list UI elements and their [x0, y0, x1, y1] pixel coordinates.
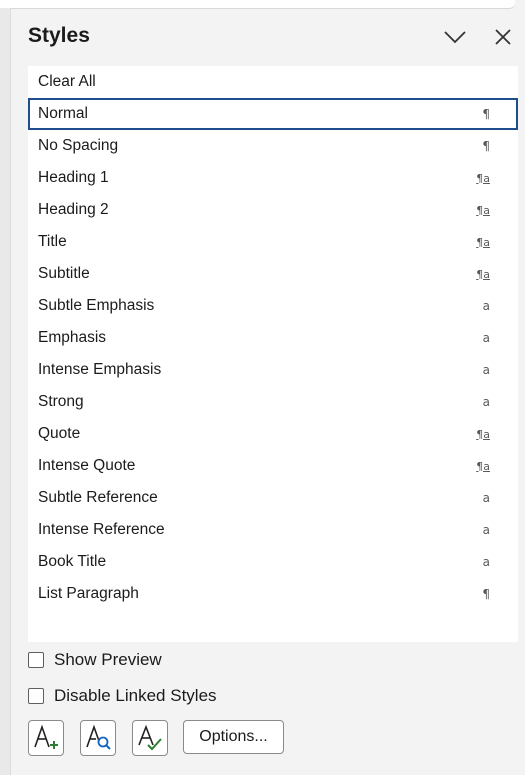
new-style-icon [34, 724, 58, 749]
style-name: Title [38, 233, 67, 250]
style-name: Subtle Reference [38, 489, 158, 506]
disable-linked-styles-option[interactable]: Disable Linked Styles [28, 684, 217, 708]
style-name: Strong [38, 393, 84, 410]
linked-style-icon: ¶a [476, 235, 490, 249]
style-item[interactable]: Emphasis a [28, 322, 518, 354]
style-item[interactable]: Quote ¶a [28, 418, 518, 450]
chevron-down-icon [444, 31, 466, 44]
manage-styles-icon [138, 724, 162, 751]
disable-linked-styles-label: Disable Linked Styles [54, 686, 217, 705]
document-window-edge [0, 0, 515, 9]
close-pane-button[interactable] [488, 22, 518, 52]
style-name: Clear All [38, 73, 96, 90]
show-preview-option[interactable]: Show Preview [28, 648, 162, 672]
style-item[interactable]: Strong a [28, 386, 518, 418]
paragraph-style-icon: ¶ [482, 139, 490, 153]
style-name: Book Title [38, 553, 107, 570]
style-item[interactable]: Title ¶a [28, 226, 518, 258]
linked-style-icon: ¶a [476, 427, 490, 441]
styles-list[interactable]: Clear All Normal ¶ No Spacing ¶ Heading 1 ¶a He… [28, 66, 518, 642]
style-item[interactable]: Subtitle ¶a [28, 258, 518, 290]
style-name: List Paragraph [38, 585, 139, 602]
style-item[interactable]: Normal ¶ [28, 98, 518, 130]
style-name: Intense Emphasis [38, 361, 162, 378]
linked-style-icon: ¶a [476, 267, 490, 281]
style-item[interactable]: Heading 2 ¶a [28, 194, 518, 226]
paragraph-style-icon: ¶ [482, 587, 490, 601]
character-style-icon: a [482, 555, 490, 569]
style-name: Subtitle [38, 265, 90, 282]
pane-title: Styles [28, 24, 90, 47]
style-item[interactable]: Book Title a [28, 546, 518, 578]
manage-styles-button[interactable] [132, 720, 168, 756]
style-item[interactable]: Subtle Emphasis a [28, 290, 518, 322]
style-name: Emphasis [38, 329, 107, 346]
style-name: No Spacing [38, 137, 119, 154]
new-style-button[interactable] [28, 720, 64, 756]
style-item[interactable]: Heading 1 ¶a [28, 162, 518, 194]
style-name: Quote [38, 425, 81, 442]
linked-style-icon: ¶a [476, 203, 490, 217]
show-preview-checkbox[interactable] [28, 652, 44, 668]
style-item[interactable]: No Spacing ¶ [28, 130, 518, 162]
style-name: Normal [38, 105, 88, 122]
pane-options-button[interactable] [440, 22, 470, 52]
show-preview-label: Show Preview [54, 650, 162, 669]
style-name: Heading 2 [38, 201, 109, 218]
disable-linked-styles-checkbox[interactable] [28, 688, 44, 704]
style-item[interactable]: Clear All [28, 66, 518, 98]
style-name: Heading 1 [38, 169, 109, 186]
style-item[interactable]: Intense Reference a [28, 514, 518, 546]
paragraph-style-icon: ¶ [482, 107, 490, 121]
style-item[interactable]: Subtle Reference a [28, 482, 518, 514]
document-area-edge [0, 8, 11, 775]
style-item[interactable]: Intense Emphasis a [28, 354, 518, 386]
character-style-icon: a [482, 363, 490, 377]
style-inspector-button[interactable] [80, 720, 116, 756]
style-name: Intense Quote [38, 457, 136, 474]
character-style-icon: a [482, 331, 490, 345]
options-button[interactable]: Options... [183, 720, 284, 754]
linked-style-icon: ¶a [476, 459, 490, 473]
character-style-icon: a [482, 491, 490, 505]
style-name: Intense Reference [38, 521, 165, 538]
close-icon [495, 29, 511, 45]
character-style-icon: a [482, 523, 490, 537]
style-name: Subtle Emphasis [38, 297, 155, 314]
style-inspector-icon [86, 724, 111, 750]
character-style-icon: a [482, 299, 490, 313]
style-item[interactable]: List Paragraph ¶ [28, 578, 518, 610]
style-item[interactable]: Intense Quote ¶a [28, 450, 518, 482]
linked-style-icon: ¶a [476, 171, 490, 185]
character-style-icon: a [482, 395, 490, 409]
